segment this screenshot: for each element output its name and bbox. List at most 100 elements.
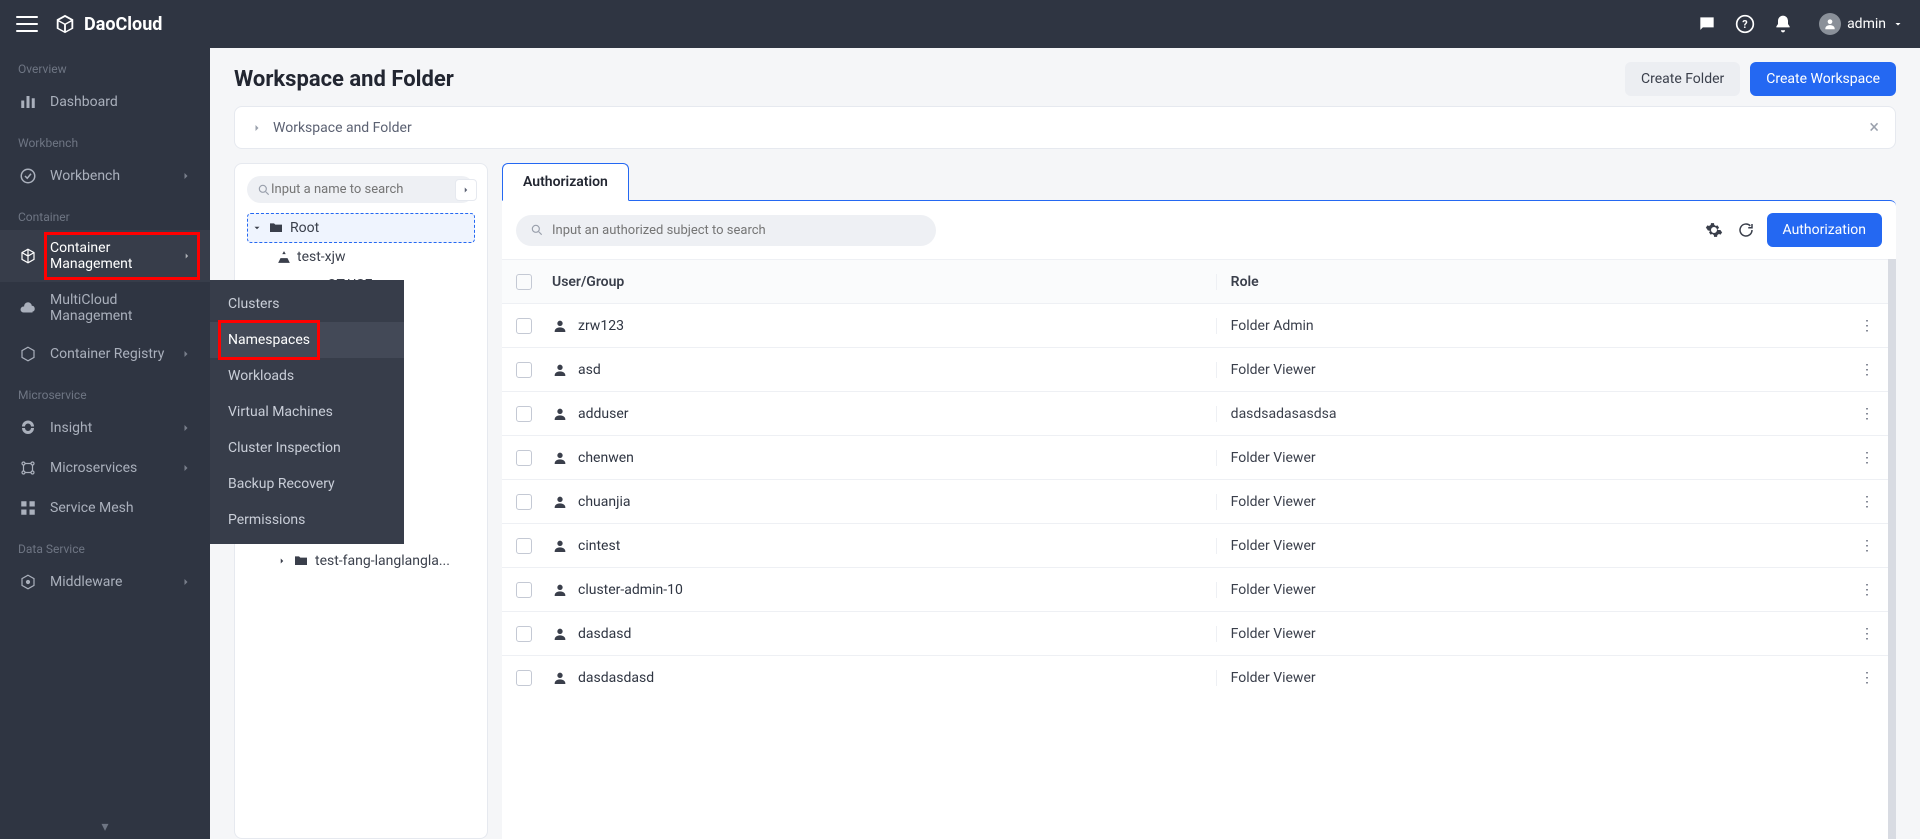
sidebar-item-microservices[interactable]: Microservices — [0, 448, 210, 488]
table-wrap[interactable]: User/Group Role zrw123 Folder Admin ⋮ as… — [502, 259, 1896, 839]
row-checkbox[interactable] — [516, 538, 532, 554]
column-header-user: User/Group — [552, 274, 1216, 290]
topbar-actions: ? admin — [1697, 13, 1904, 35]
container-icon — [18, 246, 38, 266]
row-checkbox[interactable] — [516, 582, 532, 598]
table-row[interactable]: adduser dasdsadasasdsa ⋮ — [502, 391, 1888, 435]
tab-authorization[interactable]: Authorization — [502, 163, 629, 201]
chevron-right-icon — [180, 422, 192, 434]
table-toolbar: Authorization — [502, 201, 1896, 259]
table-row[interactable]: dasdasdasd Folder Viewer ⋮ — [502, 655, 1888, 699]
messages-icon[interactable] — [1697, 14, 1717, 34]
menu-toggle[interactable] — [16, 16, 38, 32]
tree-node-label: test-xjw — [297, 249, 346, 265]
create-workspace-button[interactable]: Create Workspace — [1750, 62, 1896, 96]
user-cell: cluster-admin-10 — [578, 582, 683, 598]
table-row[interactable]: chuanjia Folder Viewer ⋮ — [502, 479, 1888, 523]
row-actions[interactable]: ⋮ — [1834, 494, 1874, 510]
gear-icon[interactable] — [1703, 219, 1725, 241]
submenu-item-virtual-machines[interactable]: Virtual Machines — [210, 394, 404, 430]
sidebar-item-container-registry[interactable]: Container Registry — [0, 334, 210, 374]
table-row[interactable]: dasdasd Folder Viewer ⋮ — [502, 611, 1888, 655]
help-icon[interactable]: ? — [1735, 14, 1755, 34]
user-icon — [552, 538, 568, 554]
row-checkbox[interactable] — [516, 626, 532, 642]
row-actions[interactable]: ⋮ — [1834, 362, 1874, 378]
user-cell: adduser — [578, 406, 629, 422]
sidebar-section-microservice: Microservice — [0, 374, 210, 408]
submenu-item-cluster-inspection[interactable]: Cluster Inspection — [210, 430, 404, 466]
tree-search[interactable] — [247, 176, 475, 203]
row-checkbox[interactable] — [516, 450, 532, 466]
tree-node[interactable]: test-xjw — [247, 243, 475, 271]
sidebar-scroll-down-icon[interactable]: ▾ — [101, 819, 108, 835]
table-row[interactable]: asd Folder Viewer ⋮ — [502, 347, 1888, 391]
table-row[interactable]: chenwen Folder Viewer ⋮ — [502, 435, 1888, 479]
tree-node[interactable]: test-fang-langlangla... — [247, 547, 475, 575]
submenu-item-clusters[interactable]: Clusters — [210, 286, 404, 322]
table-header: User/Group Role — [502, 259, 1888, 303]
row-actions[interactable]: ⋮ — [1834, 406, 1874, 422]
submenu-item-workloads[interactable]: Workloads — [210, 358, 404, 394]
sidebar-item-dashboard[interactable]: Dashboard — [0, 82, 210, 122]
cloud-icon — [18, 298, 38, 318]
table-row[interactable]: cluster-admin-10 Folder Viewer ⋮ — [502, 567, 1888, 611]
row-checkbox[interactable] — [516, 406, 532, 422]
table-row[interactable]: zrw123 Folder Admin ⋮ — [502, 303, 1888, 347]
breadcrumb-item[interactable]: Workspace and Folder — [273, 120, 412, 136]
row-checkbox[interactable] — [516, 318, 532, 334]
row-actions[interactable]: ⋮ — [1834, 626, 1874, 642]
row-actions[interactable]: ⋮ — [1834, 450, 1874, 466]
tabs: Authorization — [502, 163, 1896, 201]
row-actions[interactable]: ⋮ — [1834, 318, 1874, 334]
registry-icon — [18, 344, 38, 364]
authorization-button[interactable]: Authorization — [1767, 213, 1882, 247]
page-title: Workspace and Folder — [234, 67, 454, 92]
sidebar-item-service-mesh[interactable]: Service Mesh — [0, 488, 210, 528]
folder-icon — [293, 553, 309, 569]
container-management-submenu: Clusters Namespaces Workloads Virtual Ma… — [210, 280, 404, 544]
refresh-icon[interactable] — [1735, 219, 1757, 241]
notifications-icon[interactable] — [1773, 14, 1793, 34]
main-content: Workspace and Folder Create Folder Creat… — [210, 48, 1920, 839]
sidebar-section-overview: Overview — [0, 48, 210, 82]
table-search-input[interactable] — [552, 223, 922, 238]
user-icon — [552, 582, 568, 598]
search-go-icon[interactable] — [455, 179, 477, 201]
user-cell: chenwen — [578, 450, 634, 466]
sidebar-item-label: Middleware — [50, 574, 122, 590]
sidebar-item-multicloud[interactable]: MultiCloud Management — [0, 282, 210, 334]
user-menu[interactable]: admin — [1819, 13, 1904, 35]
tree-search-input[interactable] — [271, 182, 465, 197]
row-checkbox[interactable] — [516, 670, 532, 686]
topbar: DaoCloud ? admin — [0, 0, 1920, 48]
row-checkbox[interactable] — [516, 494, 532, 510]
sidebar-item-label: Container Management — [50, 240, 170, 272]
sidebar-item-container-management[interactable]: Container Management — [0, 230, 210, 282]
chevron-right-icon — [251, 122, 263, 134]
sidebar-item-insight[interactable]: Insight — [0, 408, 210, 448]
row-actions[interactable]: ⋮ — [1834, 538, 1874, 554]
row-checkbox[interactable] — [516, 362, 532, 378]
sidebar-item-label: Container Registry — [50, 346, 164, 362]
sidebar-item-middleware[interactable]: Middleware — [0, 562, 210, 602]
table-row[interactable]: cintest Folder Viewer ⋮ — [502, 523, 1888, 567]
user-cell: asd — [578, 362, 601, 378]
middleware-icon — [18, 572, 38, 592]
create-folder-button[interactable]: Create Folder — [1625, 62, 1740, 96]
sidebar-item-workbench[interactable]: Workbench — [0, 156, 210, 196]
brand[interactable]: DaoCloud — [54, 13, 162, 35]
role-cell: Folder Viewer — [1216, 362, 1834, 378]
search-icon — [257, 183, 271, 197]
folder-icon — [268, 220, 284, 236]
table-search[interactable] — [516, 215, 936, 246]
select-all-checkbox[interactable] — [516, 274, 532, 290]
submenu-item-permissions[interactable]: Permissions — [210, 502, 404, 538]
submenu-item-backup-recovery[interactable]: Backup Recovery — [210, 466, 404, 502]
row-actions[interactable]: ⋮ — [1834, 582, 1874, 598]
user-cell: dasdasd — [578, 626, 631, 642]
submenu-item-namespaces[interactable]: Namespaces — [210, 322, 404, 358]
row-actions[interactable]: ⋮ — [1834, 670, 1874, 686]
tree-root-node[interactable]: Root — [247, 213, 475, 243]
close-icon[interactable]: × — [1869, 117, 1879, 138]
